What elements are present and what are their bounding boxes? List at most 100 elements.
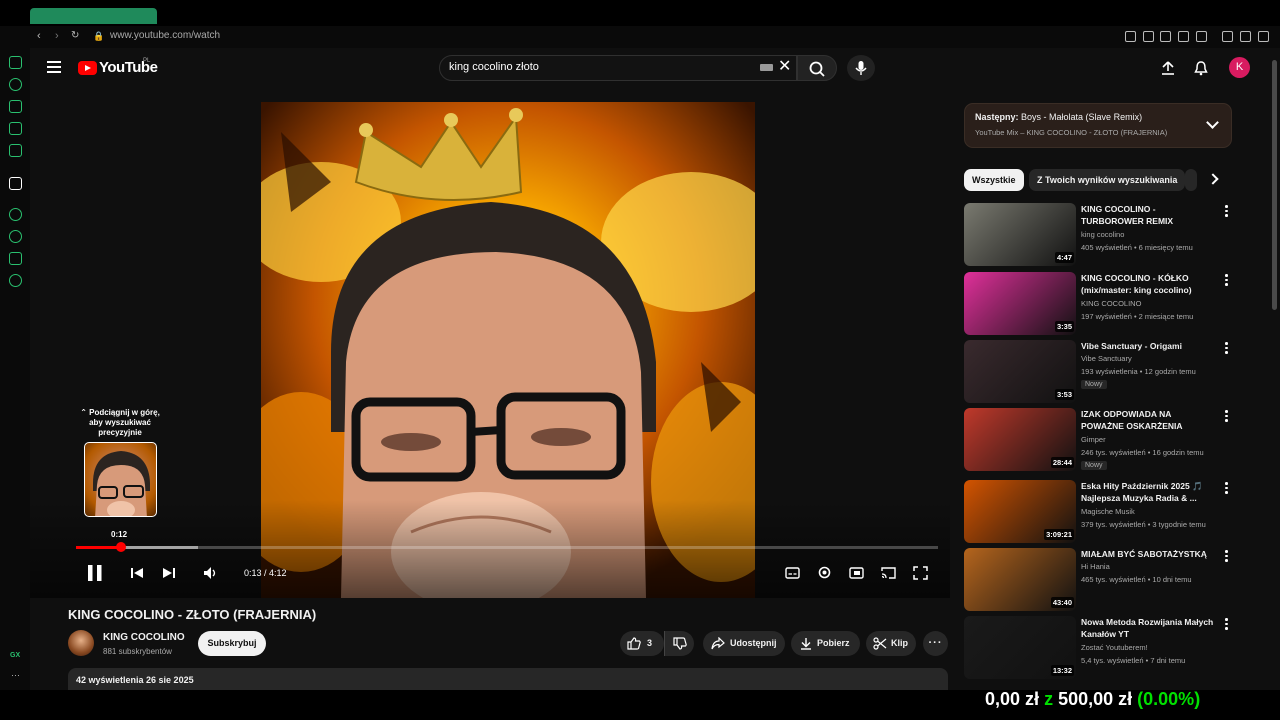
hamburger-icon[interactable] [47,61,61,73]
youtube-logo-icon[interactable] [78,61,97,75]
account-avatar[interactable]: K [1229,57,1250,78]
sidebar-icon[interactable] [9,122,22,135]
sidebar-icon[interactable] [9,100,22,113]
recommendation-channel[interactable]: Gimper [1081,435,1106,444]
progress-scrubber[interactable] [116,542,126,552]
recommendation-channel[interactable]: Vibe Sanctuary [1081,354,1132,363]
recommendation-title[interactable]: Eska Hity Październik 2025 🎵 Najlepsza M… [1081,480,1216,504]
recommendation-channel[interactable]: KING COCOLINO [1081,299,1141,308]
share-button[interactable]: Udostępnij [703,631,785,656]
extension-icon[interactable] [1125,31,1136,42]
sidebar-icon[interactable] [9,78,22,91]
recommendation-channel[interactable]: Zostać Youtuberem! [1081,643,1148,652]
sidebar-icon[interactable] [9,177,22,190]
recommendation-thumbnail[interactable]: 4:47 [964,203,1076,266]
chip-search-results[interactable]: Z Twoich wyników wyszukiwania [1029,169,1186,191]
settings-icon[interactable] [9,274,22,287]
recommendation-meta: 197 wyświetleń • 2 miesiące temu [1081,312,1194,321]
heart-icon[interactable] [1196,31,1207,42]
like-button[interactable]: 3 [620,631,664,656]
voice-search-button[interactable] [847,55,875,81]
profile-icon[interactable] [1222,31,1233,42]
recommendation-title[interactable]: IZAK ODPOWIADA NA POWAŻNE OSKARŻENIA [1081,408,1216,432]
pause-icon[interactable] [86,563,104,583]
recommendation-item[interactable]: 28:44 IZAK ODPOWIADA NA POWAŻNE OSKARŻENI… [964,408,1232,472]
recommendation-title[interactable]: MIAŁAM BYĆ SABOTAŻYSTKĄ [1081,548,1216,560]
recommendation-item[interactable]: 13:32 Nowa Metoda Rozwijania Małych Kanał… [964,616,1232,680]
sidebar-icon[interactable] [9,56,22,69]
recommendation-item[interactable]: 3:09:21 Eska Hity Październik 2025 🎵 Najl… [964,480,1232,544]
more-actions-button[interactable]: ··· [923,631,948,656]
sidebar-icon[interactable] [9,144,22,157]
recommendation-channel[interactable]: Magische Musik [1081,507,1135,516]
address-url[interactable]: www.youtube.com/watch [110,30,220,41]
upload-icon[interactable] [1160,60,1176,76]
chip-all[interactable]: Wszystkie [964,169,1024,191]
chip-next-partial[interactable] [1185,169,1197,191]
more-vertical-icon[interactable] [1225,205,1228,217]
recommendation-thumbnail[interactable]: 3:35 [964,272,1076,335]
channel-name[interactable]: KING COCOLINO [103,632,185,643]
recommendation-thumbnail[interactable]: 3:53 [964,340,1076,403]
play-icon[interactable] [1178,31,1189,42]
more-vertical-icon[interactable] [1225,342,1228,354]
recommendation-title[interactable]: Vibe Sanctuary - Origami [1081,340,1216,352]
download-button[interactable]: Pobierz [791,631,860,656]
search-button[interactable] [797,55,837,81]
miniplayer-icon[interactable] [849,566,864,580]
recommendation-item[interactable]: 43:40 MIAŁAM BYĆ SABOTAŻYSTKĄ Hi Hania 465 … [964,548,1232,612]
progress-bar[interactable] [76,546,938,549]
recommendation-thumbnail[interactable]: 43:40 [964,548,1076,611]
description-box[interactable] [68,668,948,690]
browser-tab[interactable] [30,8,157,24]
more-vertical-icon[interactable] [1225,410,1228,422]
recommendation-channel[interactable]: king cocolino [1081,230,1124,239]
chevron-right-icon[interactable] [1207,173,1219,185]
more-vertical-icon[interactable] [1225,618,1228,630]
history-icon[interactable] [9,230,22,243]
subtitles-icon[interactable] [785,566,800,580]
recommendation-item[interactable]: 3:53 Vibe Sanctuary - Origami Vibe Sanctua… [964,340,1232,404]
scrollbar[interactable] [1272,60,1277,310]
reload-icon[interactable]: ↻ [71,30,79,41]
recommendation-channel[interactable]: Hi Hania [1081,562,1110,571]
recommendation-title[interactable]: KING COCOLINO - KÓŁKO (mix/master: king … [1081,272,1216,296]
screenshot-icon[interactable] [1143,31,1154,42]
fullscreen-icon[interactable] [913,566,928,580]
shield-icon[interactable] [1160,31,1171,42]
channel-avatar[interactable] [68,630,94,656]
more-vertical-icon[interactable] [1225,274,1228,286]
clip-button[interactable]: Klip [866,631,916,656]
volume-icon[interactable] [203,566,217,580]
next-up-panel[interactable] [964,103,1232,148]
sidebar-icon[interactable] [9,208,22,221]
recommendation-title[interactable]: KING COCOLINO - TURBOROWER REMIX [1081,203,1216,227]
settings-gear-icon[interactable] [817,565,832,580]
recommendation-thumbnail[interactable]: 13:32 [964,616,1076,679]
recommendation-thumbnail[interactable]: 28:44 [964,408,1076,471]
recommendation-meta: 5,4 tys. wyświetleń • 7 dni temu [1081,656,1186,665]
sidebar-icon[interactable] [9,252,22,265]
recommendation-thumbnail[interactable]: 3:09:21 [964,480,1076,543]
previous-icon[interactable] [130,566,144,580]
dislike-button[interactable] [664,631,694,656]
recommendation-duration: 13:32 [1050,665,1074,676]
menu-icon[interactable] [1258,31,1269,42]
more-icon[interactable]: ··· [11,670,20,680]
clear-search-icon[interactable]: ✕ [778,59,791,75]
search-input[interactable]: king cocolino złoto [449,61,539,73]
recommendation-item[interactable]: 3:35 KING COCOLINO - KÓŁKO (mix/master: k… [964,272,1232,336]
more-vertical-icon[interactable] [1225,550,1228,562]
subscribe-button[interactable]: Subskrybuj [198,631,266,656]
notifications-icon[interactable] [1193,60,1209,76]
keyboard-icon[interactable] [760,64,773,71]
cast-icon[interactable] [881,566,896,580]
download-icon[interactable] [1240,31,1251,42]
recommendation-title[interactable]: Nowa Metoda Rozwijania Małych Kanałów YT [1081,616,1216,640]
next-icon[interactable] [162,566,176,580]
back-icon[interactable]: ‹ [37,30,41,42]
more-vertical-icon[interactable] [1225,482,1228,494]
forward-icon[interactable]: › [55,30,59,42]
recommendation-item[interactable]: 4:47 KING COCOLINO - TURBOROWER REMIX king… [964,203,1232,267]
gx-icon[interactable]: GX [10,652,20,659]
